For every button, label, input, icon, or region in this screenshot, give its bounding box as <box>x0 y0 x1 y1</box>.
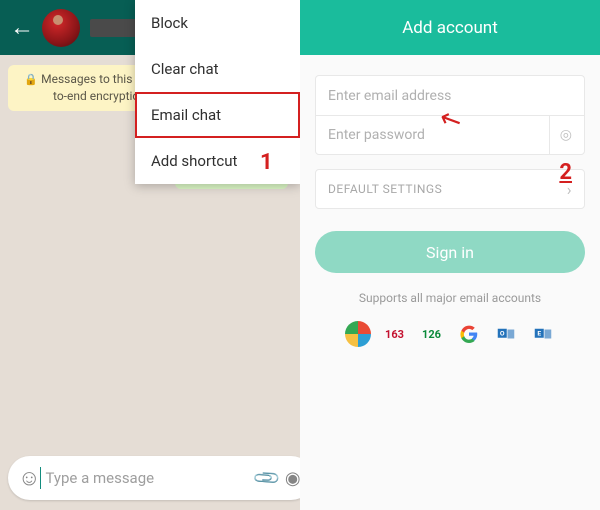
svg-text:E: E <box>537 330 541 338</box>
support-text: Supports all major email accounts <box>315 291 585 305</box>
contact-name[interactable] <box>90 19 138 37</box>
signin-form: Enter email address Enter password ◎ DEF… <box>300 55 600 367</box>
whatsapp-chat-screen: ← | 🔒 Messages to this chat are secured … <box>0 0 300 510</box>
message-input-bar: ☺ 📎 ◉ 🎤 <box>8 456 292 500</box>
email-placeholder: Enter email address <box>328 88 451 104</box>
message-input-container[interactable]: ☺ 📎 ◉ <box>8 456 300 500</box>
show-password-icon[interactable]: ◎ <box>549 116 572 154</box>
attachment-icon[interactable]: 📎 <box>252 463 283 494</box>
add-account-header: Add account <box>300 0 600 55</box>
default-settings-button[interactable]: DEFAULT SETTINGS › <box>315 169 585 209</box>
signin-label: Sign in <box>426 243 474 262</box>
provider-icons-row: 163 126 O E <box>315 321 585 347</box>
menu-item-block[interactable]: Block <box>135 0 300 46</box>
settings-label: DEFAULT SETTINGS <box>328 182 442 196</box>
provider-icon-outlook[interactable]: O <box>493 321 519 347</box>
signin-button[interactable]: Sign in <box>315 231 585 273</box>
overflow-menu: Block Clear chat Email chat Add shortcut <box>135 0 300 184</box>
annotation-2: 2 <box>559 160 572 185</box>
annotation-1: 1 <box>260 150 273 175</box>
page-title: Add account <box>402 18 498 38</box>
provider-icon-126[interactable]: 126 <box>419 321 445 347</box>
message-input[interactable] <box>45 469 244 487</box>
provider-icon-exchange[interactable]: E <box>530 321 556 347</box>
emoji-icon[interactable]: ☺ <box>18 465 40 491</box>
provider-icon-qq[interactable] <box>345 321 371 347</box>
text-cursor <box>40 467 41 489</box>
camera-icon[interactable]: ◉ <box>285 468 300 489</box>
lock-icon: 🔒 <box>24 73 38 86</box>
password-placeholder: Enter password <box>328 127 425 143</box>
provider-icon-google[interactable] <box>456 321 482 347</box>
menu-item-email-chat[interactable]: Email chat <box>135 92 300 138</box>
back-icon[interactable]: ← <box>10 13 34 42</box>
menu-item-clear-chat[interactable]: Clear chat <box>135 46 300 92</box>
contact-avatar[interactable] <box>42 9 80 47</box>
menu-item-add-shortcut[interactable]: Add shortcut <box>135 138 300 184</box>
svg-text:O: O <box>499 330 504 338</box>
add-account-screen: Add account Enter email address Enter pa… <box>300 0 600 510</box>
provider-icon-163[interactable]: 163 <box>382 321 408 347</box>
